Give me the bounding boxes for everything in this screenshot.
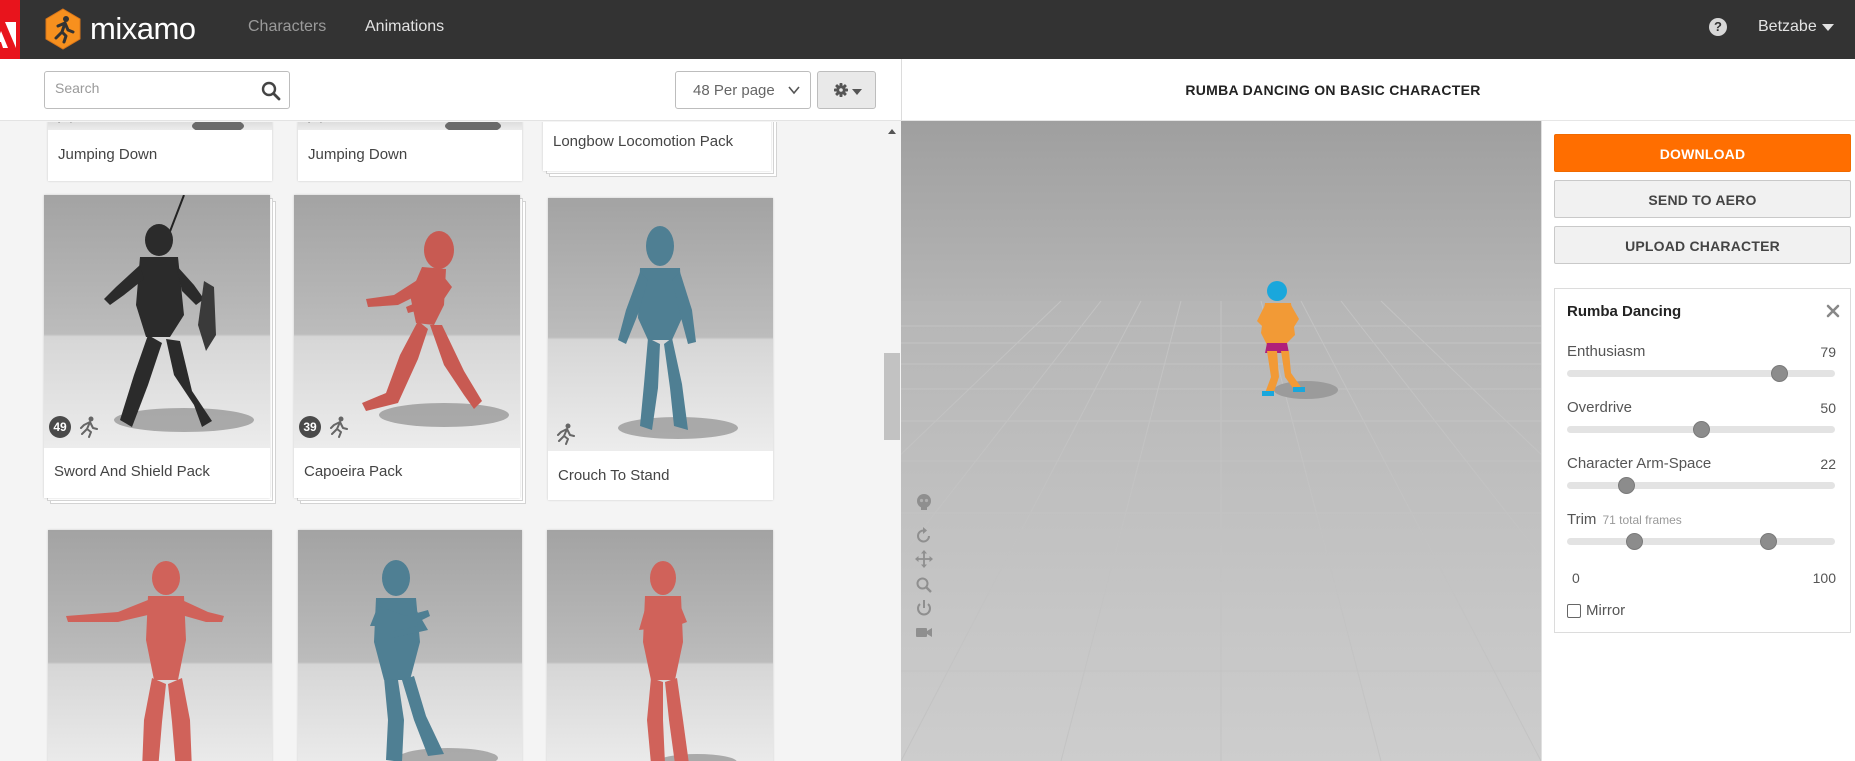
scroll-up-icon[interactable] (888, 129, 896, 134)
animation-label: Crouch To Stand (548, 451, 773, 500)
animation-settings-panel: Rumba Dancing Enthusiasm 79 Overdrive 50… (1554, 288, 1851, 633)
help-icon[interactable]: ? (1709, 18, 1727, 36)
mixamo-hex-icon (45, 8, 81, 50)
per-page-value: 48 Per page (693, 82, 775, 99)
animation-card[interactable] (298, 530, 522, 761)
param-value-arm-space: 22 (1820, 456, 1836, 472)
slider-thumb[interactable] (1770, 365, 1788, 382)
search-box[interactable] (44, 71, 290, 109)
animation-card[interactable] (547, 530, 773, 761)
viewer-header: RUMBA DANCING ON BASIC CHARACTER (901, 59, 1855, 121)
zoom-icon[interactable] (915, 576, 933, 594)
overdrive-slider[interactable] (1567, 421, 1835, 438)
running-man-icon (330, 416, 348, 438)
user-name: Betzabe (1758, 18, 1817, 35)
top-navbar: be mixamo Characters Animations ? Betzab… (0, 0, 1855, 82)
grid-scrollbar[interactable] (884, 122, 901, 761)
trim-end-handle[interactable] (1760, 533, 1777, 550)
caret-down-icon (852, 89, 862, 95)
rotate-icon[interactable] (915, 527, 933, 545)
skeleton-icon[interactable] (915, 493, 933, 511)
chevron-down-icon (788, 86, 800, 95)
pan-icon[interactable] (915, 550, 933, 568)
animation-label: Capoeira Pack (294, 448, 520, 498)
gear-icon (834, 83, 848, 97)
running-man-icon (80, 416, 98, 438)
animation-card[interactable]: Jumping Down (298, 122, 522, 181)
animation-label: Longbow Locomotion Pack (543, 122, 771, 171)
mirror-label: Mirror (1586, 602, 1626, 619)
slider-thumb[interactable] (1617, 477, 1635, 494)
power-icon[interactable] (915, 599, 933, 617)
camera-icon[interactable] (915, 623, 933, 641)
animation-thumbnail: 49 (44, 195, 270, 448)
animation-browser: 48 Per page (0, 59, 901, 761)
scrollbar-thumb[interactable] (884, 353, 900, 440)
animation-label: Jumping Down (298, 130, 522, 181)
trim-total-frames: 71 total frames (1602, 513, 1682, 527)
mixamo-logo[interactable]: mixamo (44, 7, 196, 51)
caret-down-icon (1821, 23, 1834, 31)
animation-label: Sword And Shield Pack (44, 448, 270, 498)
running-man-icon (557, 423, 575, 445)
animation-thumbnail (547, 530, 773, 761)
search-icon[interactable] (261, 81, 281, 101)
animation-card[interactable]: Crouch To Stand (548, 198, 773, 500)
trim-max-value: 100 (1812, 570, 1836, 586)
viewer-title: RUMBA DANCING ON BASIC CHARACTER (1185, 82, 1481, 98)
enthusiasm-slider[interactable] (1567, 365, 1835, 382)
brand-name: mixamo (90, 11, 196, 46)
download-button[interactable]: DOWNLOAD (1554, 134, 1851, 172)
param-label-trim: Trim 71 total frames (1567, 511, 1682, 528)
animation-card[interactable]: 39 Capoeira Pack (294, 195, 520, 498)
user-menu[interactable]: Betzabe (1758, 18, 1834, 36)
animation-count-badge: 49 (49, 416, 71, 438)
animation-thumbnail (298, 122, 522, 130)
nav-animations[interactable]: Animations (365, 18, 444, 36)
per-page-select[interactable]: 48 Per page (675, 71, 811, 109)
param-label-arm-space: Character Arm-Space (1567, 455, 1712, 472)
param-label-overdrive: Overdrive (1567, 399, 1633, 416)
right-panel: DOWNLOAD SEND TO AERO UPLOAD CHARACTER R… (1541, 121, 1855, 761)
animation-thumbnail (548, 198, 773, 451)
trim-min-value: 0 (1572, 570, 1580, 586)
animation-card[interactable]: Longbow Locomotion Pack (543, 122, 771, 171)
settings-button[interactable] (817, 71, 876, 109)
animation-count-badge: 39 (299, 416, 321, 438)
adobe-logo-icon (0, 22, 16, 48)
param-label-enthusiasm: Enthusiasm (1567, 343, 1646, 360)
trim-label: Trim (1567, 511, 1597, 528)
animation-thumbnail: 39 (294, 195, 520, 448)
animation-thumbnail (298, 530, 522, 761)
trim-slider[interactable] (1567, 533, 1835, 550)
param-value-overdrive: 50 (1820, 400, 1836, 416)
trim-start-handle[interactable] (1626, 533, 1643, 550)
nav-characters[interactable]: Characters (248, 18, 326, 36)
viewport-scene (901, 121, 1541, 761)
mirror-checkbox[interactable] (1567, 603, 1581, 618)
slider-thumb[interactable] (1693, 421, 1710, 438)
animation-grid: Jumping Down Jumping Down Longbow Locomo… (0, 122, 901, 761)
close-icon[interactable] (1826, 304, 1840, 318)
param-value-enthusiasm: 79 (1820, 344, 1836, 360)
animation-card[interactable] (48, 530, 272, 761)
browser-toolbar: 48 Per page (0, 59, 901, 121)
search-input[interactable] (55, 80, 250, 96)
send-to-aero-button[interactable]: SEND TO AERO (1554, 180, 1851, 218)
animation-label: Jumping Down (48, 130, 272, 181)
animation-name: Rumba Dancing (1567, 303, 1682, 320)
arm-space-slider[interactable] (1567, 477, 1835, 494)
animation-card[interactable]: Jumping Down (48, 122, 272, 181)
animation-card[interactable]: 49 Sword And Shield Pack (44, 195, 270, 498)
3d-viewport[interactable] (901, 121, 1541, 761)
mirror-option[interactable]: Mirror (1567, 602, 1625, 619)
animation-thumbnail (48, 530, 272, 761)
upload-character-button[interactable]: UPLOAD CHARACTER (1554, 226, 1851, 264)
animation-thumbnail (48, 122, 272, 130)
